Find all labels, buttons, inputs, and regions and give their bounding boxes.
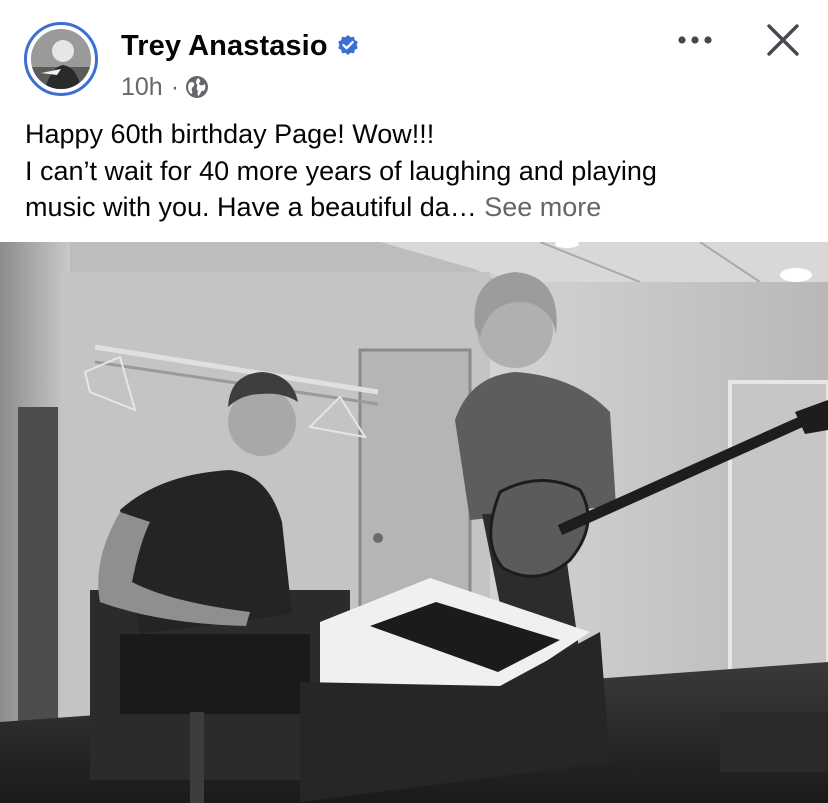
more-options-icon (677, 32, 713, 50)
post-header: Trey Anastasio 10h · (0, 0, 828, 112)
avatar[interactable] (24, 22, 98, 96)
close-icon (766, 23, 800, 62)
author-row: Trey Anastasio (121, 28, 360, 64)
post-text-line-last: music with you. Have a beautiful da… See… (25, 189, 815, 226)
globe-icon (185, 75, 209, 99)
post-photo[interactable] (0, 242, 828, 803)
post-text: Happy 60th birthday Page! Wow!!! I can’t… (25, 116, 815, 226)
post-meta: 10h · (121, 72, 209, 102)
verified-badge-icon (336, 34, 360, 58)
post-photo-illustration (0, 242, 828, 803)
timestamp[interactable]: 10h (121, 73, 163, 102)
post-text-line: I can’t wait for 40 more years of laughi… (25, 155, 657, 186)
author-name[interactable]: Trey Anastasio (121, 30, 328, 63)
see-more-link[interactable]: See more (484, 192, 601, 222)
post-text-line: Happy 60th birthday Page! Wow!!! (25, 119, 435, 149)
close-button[interactable] (760, 20, 806, 64)
more-options-button[interactable] (673, 24, 717, 58)
meta-separator: · (170, 72, 180, 101)
post-text-truncated: music with you. Have a beautiful da… (25, 192, 477, 222)
avatar-photo (31, 29, 91, 89)
